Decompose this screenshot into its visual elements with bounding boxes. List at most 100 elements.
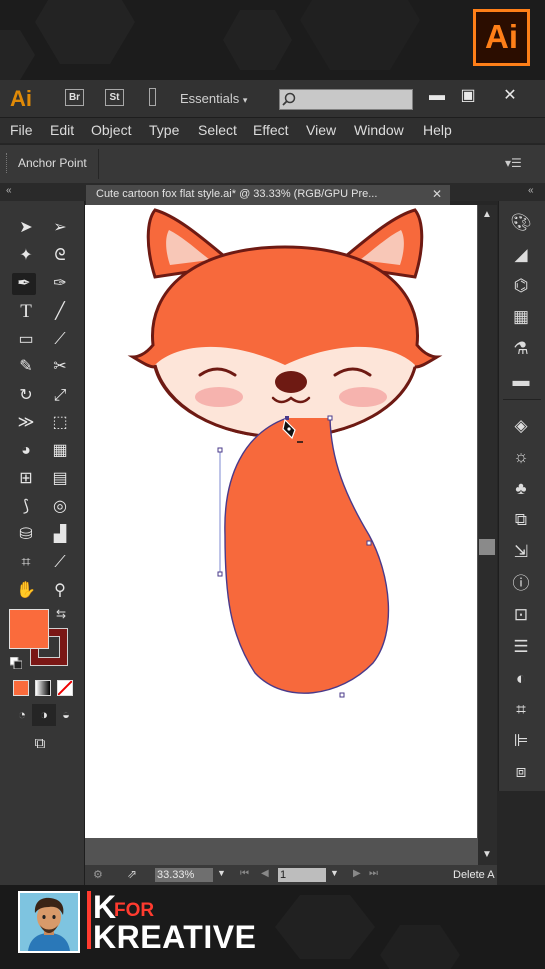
perspective-grid-tool-icon[interactable]: ▦: [48, 440, 72, 462]
shape-builder-tool-icon[interactable]: ◕: [14, 440, 38, 462]
scroll-up-icon[interactable]: ▲: [482, 209, 492, 220]
magic-wand-tool-icon[interactable]: ✦: [14, 245, 38, 267]
symbols-icon[interactable]: ♣: [508, 477, 534, 501]
background-top: [0, 0, 545, 80]
default-fill-stroke-icon[interactable]: [9, 656, 23, 670]
color-guide-icon[interactable]: ◢: [508, 243, 534, 267]
search-input[interactable]: [279, 89, 413, 110]
links-icon[interactable]: ⊡: [508, 603, 534, 627]
artboard-tool-icon[interactable]: ⌗: [14, 552, 38, 574]
gradient-tool-icon[interactable]: ▤: [48, 468, 72, 490]
transform-icon[interactable]: ⌗: [508, 698, 534, 722]
color-themes-icon[interactable]: ⌬: [508, 274, 534, 298]
bridge-button[interactable]: Br: [65, 89, 84, 106]
lasso-tool-icon[interactable]: ᘓ: [48, 245, 72, 267]
gradient-panel-icon[interactable]: ▬: [508, 369, 534, 393]
pathfinder-icon[interactable]: ◐: [508, 667, 534, 691]
appearance-icon[interactable]: ☼: [508, 445, 534, 469]
rectangle-tool-icon[interactable]: ▭: [14, 329, 38, 351]
collapse-left-icon[interactable]: «: [6, 185, 12, 196]
color-mode-button[interactable]: [13, 680, 29, 696]
menu-edit[interactable]: Edit: [50, 122, 74, 138]
menu-select[interactable]: Select: [198, 122, 237, 138]
close-button[interactable]: ✕: [497, 85, 523, 107]
maximize-button[interactable]: ▣: [455, 85, 481, 107]
draw-behind-icon[interactable]: ◑: [32, 704, 56, 726]
zoom-level-field[interactable]: 33.33%: [155, 868, 213, 882]
direct-selection-tool-icon[interactable]: ➢: [48, 217, 72, 239]
menu-file[interactable]: File: [10, 122, 33, 138]
fox-right-cheek: [339, 387, 387, 407]
zoom-dropdown-icon[interactable]: ▼: [217, 868, 226, 878]
previous-artboard-icon[interactable]: ◀: [261, 868, 269, 879]
menu-window[interactable]: Window: [354, 122, 404, 138]
menu-type[interactable]: Type: [149, 122, 179, 138]
stock-button[interactable]: St: [105, 89, 124, 106]
scrollbar-thumb[interactable]: [479, 539, 495, 555]
menu-view[interactable]: View: [306, 122, 336, 138]
symbol-sprayer-tool-icon[interactable]: ⛁: [14, 524, 38, 546]
fox-body: [224, 418, 389, 694]
scissors-tool-icon[interactable]: ✂: [48, 356, 72, 378]
artboard-dropdown-icon[interactable]: ▼: [330, 868, 339, 878]
menu-object[interactable]: Object: [91, 122, 131, 138]
column-graph-tool-icon[interactable]: ▟: [48, 524, 72, 546]
document-info-icon[interactable]: ⓘ: [508, 572, 534, 596]
selection-tool-icon[interactable]: ➤: [14, 217, 38, 239]
panel-divider: [503, 399, 541, 400]
document-tab[interactable]: Cute cartoon fox flat style.ai* @ 33.33%…: [86, 185, 450, 205]
scroll-down-icon[interactable]: ▼: [482, 849, 492, 860]
menu-effect[interactable]: Effect: [253, 122, 289, 138]
first-artboard-icon[interactable]: ⏮: [240, 868, 249, 879]
color-panel-icon[interactable]: 🎨︎: [508, 211, 534, 235]
rotate-tool-icon[interactable]: ↻: [14, 385, 38, 407]
workspace-switcher[interactable]: Essentials ▾: [180, 91, 247, 106]
collapse-right-icon[interactable]: «: [528, 185, 534, 196]
gradient-mode-button[interactable]: [35, 680, 51, 696]
asset-export-icon[interactable]: ⇲: [508, 540, 534, 564]
canvas-area[interactable]: [85, 205, 478, 865]
scale-tool-icon[interactable]: ⤢: [48, 385, 72, 407]
layers-icon[interactable]: ◈: [508, 414, 534, 438]
pen-tool-icon[interactable]: ✒: [12, 273, 36, 295]
stroke-panel-icon[interactable]: ☰: [508, 635, 534, 659]
swatches-icon[interactable]: ▦: [508, 305, 534, 329]
artboard[interactable]: [85, 205, 477, 838]
share-icon[interactable]: ⇗: [127, 867, 137, 881]
menu-help[interactable]: Help: [423, 122, 452, 138]
draw-inside-icon[interactable]: ◒: [54, 704, 78, 726]
transparency-icon[interactable]: ⧈: [508, 760, 534, 784]
paintbrush-tool-icon[interactable]: ⟋: [48, 329, 72, 351]
next-artboard-icon[interactable]: ▶: [353, 868, 361, 879]
curvature-tool-icon[interactable]: ✑: [48, 273, 72, 295]
zoom-tool-icon[interactable]: ⚲: [48, 580, 72, 602]
search-icon: [282, 92, 296, 106]
mesh-tool-icon[interactable]: ⊞: [14, 468, 38, 490]
gpu-performance-icon[interactable]: ⚙: [93, 868, 103, 881]
handle-point: [217, 447, 223, 453]
none-mode-button[interactable]: [57, 680, 73, 696]
swap-fill-stroke-icon[interactable]: ⇆: [56, 607, 66, 621]
eyedropper-tool-icon[interactable]: ⟆: [14, 496, 38, 518]
line-tool-icon[interactable]: ╱: [48, 301, 72, 323]
blend-tool-icon[interactable]: ◎: [48, 496, 72, 518]
last-artboard-icon[interactable]: ⏭: [369, 868, 378, 879]
align-icon[interactable]: ⊫: [508, 729, 534, 753]
pencil-tool-icon[interactable]: ✎: [14, 356, 38, 378]
brushes-icon[interactable]: ⚗: [508, 337, 534, 361]
type-tool-icon[interactable]: T: [14, 301, 38, 323]
close-document-icon[interactable]: ✕: [432, 187, 442, 201]
vertical-scrollbar[interactable]: ▲ ▼: [478, 205, 497, 865]
hand-tool-icon[interactable]: ✋: [14, 580, 38, 602]
draw-normal-icon[interactable]: ◔: [10, 704, 34, 726]
width-tool-icon[interactable]: ≫: [14, 412, 38, 434]
panel-menu-icon[interactable]: ▾☰: [505, 156, 522, 170]
artboard-number-field[interactable]: 1: [278, 868, 326, 882]
free-transform-tool-icon[interactable]: ⬚: [48, 412, 72, 434]
artboards-icon[interactable]: ⧉: [508, 508, 534, 532]
slice-tool-icon[interactable]: ⟋: [48, 552, 72, 574]
minimize-button[interactable]: ▬: [424, 85, 450, 107]
arrange-documents-icon[interactable]: [149, 88, 156, 106]
screen-mode-icon[interactable]: ⧉: [28, 733, 52, 755]
fill-color-swatch[interactable]: [9, 609, 49, 649]
